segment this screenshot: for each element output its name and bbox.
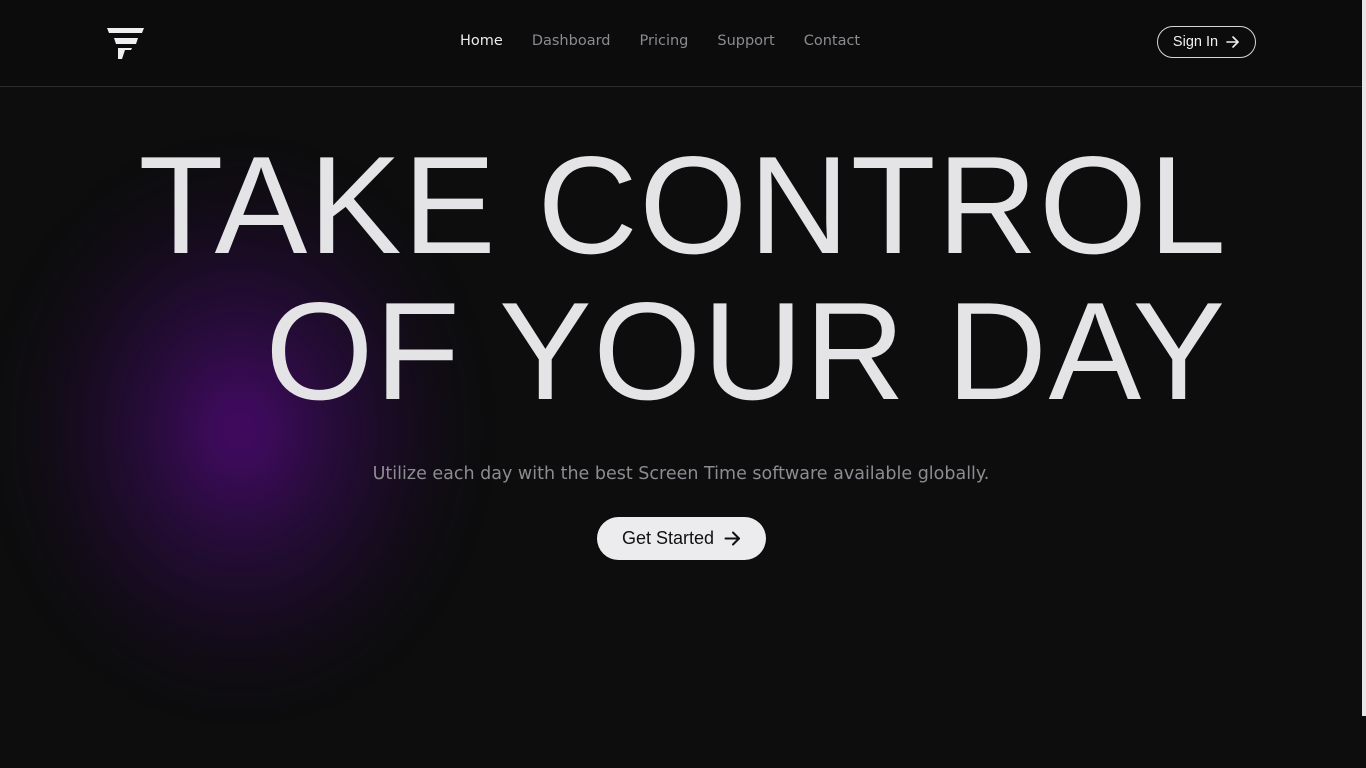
nav-links: Home Dashboard Pricing Support Contact	[460, 33, 860, 49]
sign-in-button[interactable]: Sign In	[1157, 26, 1256, 58]
nav-link-pricing[interactable]: Pricing	[640, 33, 689, 49]
hero-headline: TAKE CONTROL OF YOUR DAY	[0, 133, 1366, 425]
top-navbar: Home Dashboard Pricing Support Contact S…	[0, 0, 1366, 87]
page-scrollbar[interactable]	[1362, 0, 1366, 716]
sign-in-label: Sign In	[1172, 34, 1219, 50]
nav-link-support[interactable]: Support	[717, 33, 774, 49]
nav-link-home[interactable]: Home	[460, 33, 503, 49]
nav-link-dashboard[interactable]: Dashboard	[532, 33, 611, 49]
nav-link-contact[interactable]: Contact	[804, 33, 860, 49]
arrow-right-icon	[724, 530, 741, 547]
page: Home Dashboard Pricing Support Contact S…	[0, 0, 1366, 768]
get-started-button[interactable]: Get Started	[597, 517, 766, 560]
hero-headline-line2: OF YOUR DAY	[265, 274, 1227, 429]
arrow-right-icon	[1226, 35, 1240, 49]
hero-section: TAKE CONTROL OF YOUR DAY Utilize each da…	[0, 87, 1366, 768]
hero-headline-line1: TAKE CONTROL	[138, 128, 1228, 283]
get-started-label: Get Started	[621, 528, 715, 548]
stacked-bars-logo-icon[interactable]	[107, 28, 145, 60]
hero-subtitle: Utilize each day with the best Screen Ti…	[372, 464, 990, 484]
